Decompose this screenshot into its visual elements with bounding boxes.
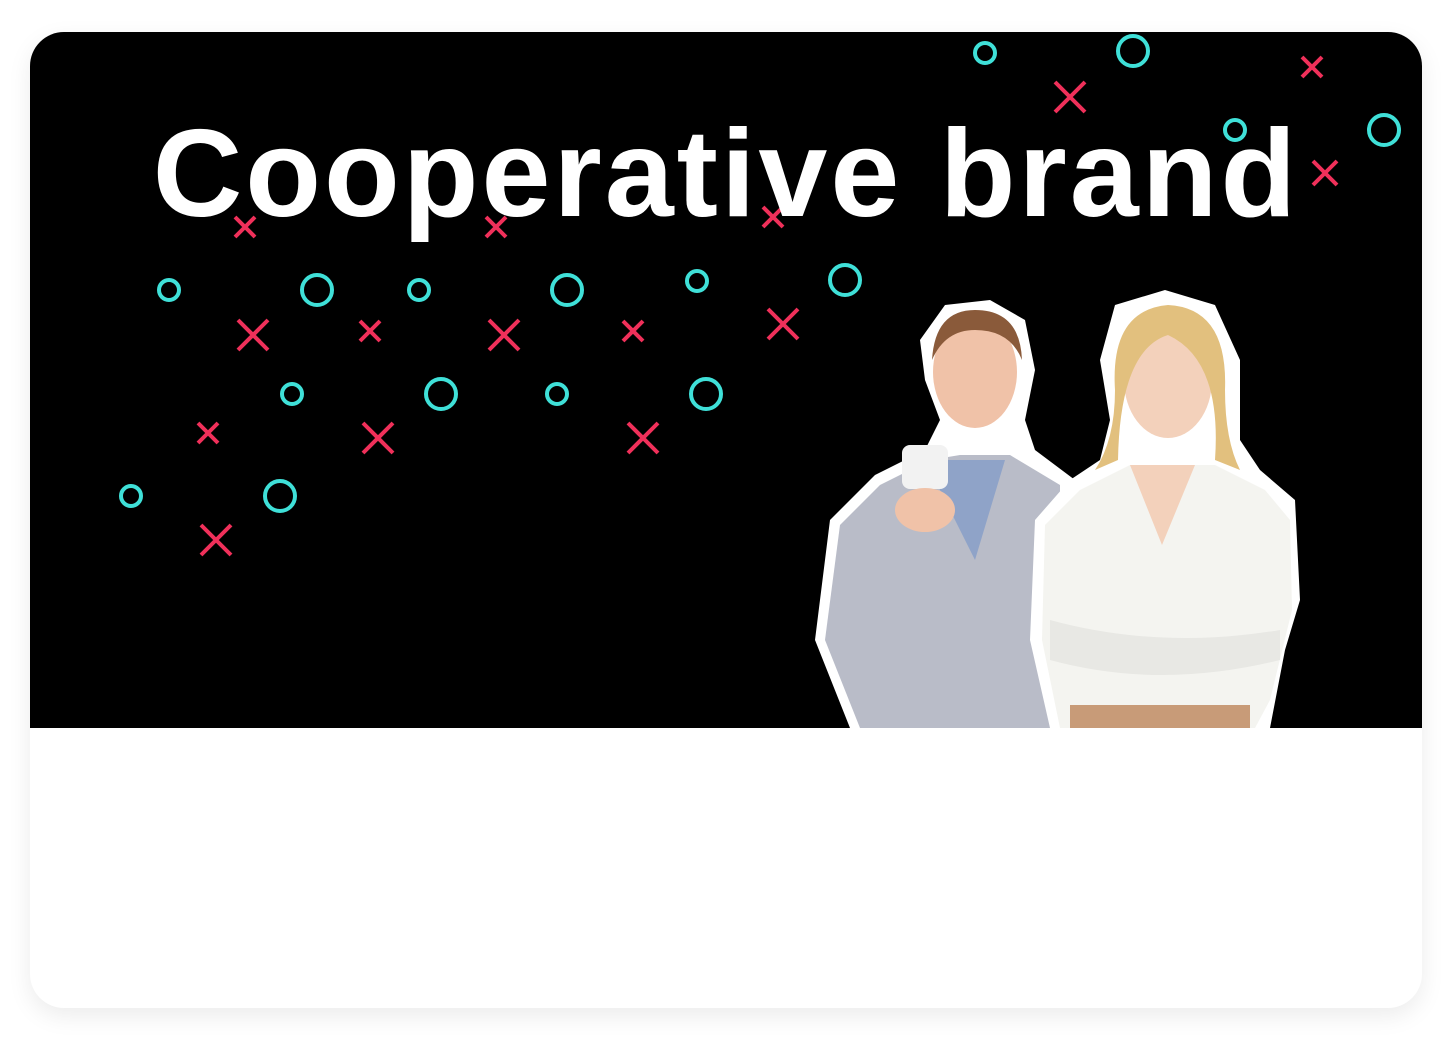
decorative-circle-icon (828, 263, 862, 297)
brand-card: Cooperative brand (30, 32, 1422, 1008)
decorative-cross-icon (199, 523, 233, 557)
decorative-circle-icon (300, 273, 334, 307)
decorative-cross-icon (766, 307, 800, 341)
decorative-cross-icon (196, 421, 220, 445)
decorative-circle-icon (424, 377, 458, 411)
hero-banner: Cooperative brand (30, 32, 1422, 728)
decorative-circle-icon (545, 382, 569, 406)
decorative-circle-icon (685, 269, 709, 293)
decorative-circle-icon (280, 382, 304, 406)
decorative-cross-icon (358, 319, 382, 343)
business-women-photo (815, 290, 1300, 728)
decorative-cross-icon (361, 421, 395, 455)
decorative-cross-icon (621, 319, 645, 343)
decorative-circle-icon (407, 278, 431, 302)
decorative-circle-icon (157, 278, 181, 302)
decorative-circle-icon (263, 479, 297, 513)
decorative-circle-icon (1116, 34, 1150, 68)
decorative-circle-icon (689, 377, 723, 411)
decorative-circle-icon (119, 484, 143, 508)
decorative-cross-icon (626, 421, 660, 455)
decorative-cross-icon (1300, 55, 1324, 79)
decorative-cross-icon (487, 318, 521, 352)
banner-title: Cooperative brand (152, 105, 1300, 243)
decorative-cross-icon (236, 318, 270, 352)
decorative-circle-icon (550, 273, 584, 307)
decorative-circle-icon (973, 41, 997, 65)
